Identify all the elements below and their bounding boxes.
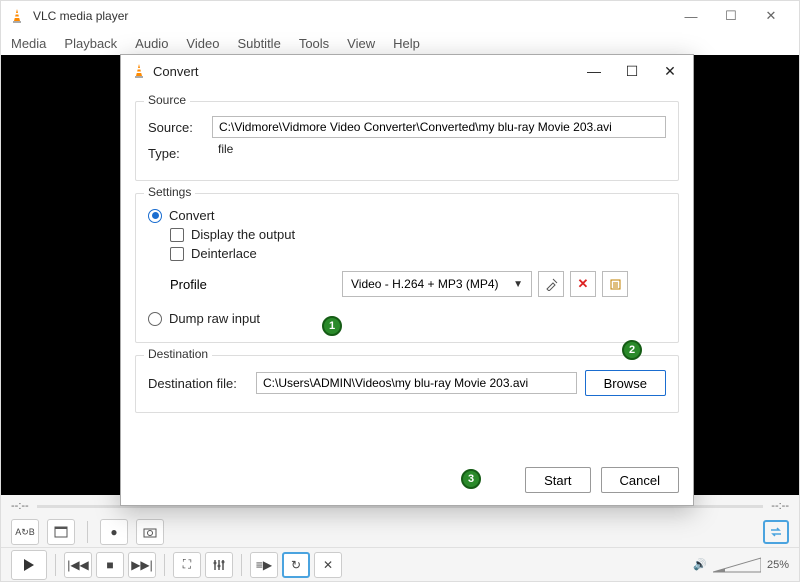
radio-on-icon: [148, 209, 162, 223]
settings-group: Settings Convert Display the output Dein…: [135, 193, 679, 343]
record-button[interactable]: ●: [100, 519, 128, 545]
convert-dialog: Convert — ☐ ✕ Source Source: Type: file …: [120, 54, 694, 506]
volume-percent: 25%: [767, 559, 789, 571]
menu-tools[interactable]: Tools: [299, 36, 329, 51]
menu-media[interactable]: Media: [11, 36, 46, 51]
deinterlace-checkbox[interactable]: Deinterlace: [170, 246, 666, 261]
destination-group: Destination Destination file: Browse 2: [135, 355, 679, 413]
deinterlace-label: Deinterlace: [191, 246, 257, 261]
main-menubar: Media Playback Audio Video Subtitle Tool…: [1, 31, 799, 55]
play-button[interactable]: [11, 550, 47, 580]
main-titlebar: VLC media player — ☐ ✕: [1, 1, 799, 31]
source-group-label: Source: [144, 93, 190, 107]
volume-icon[interactable]: 🔊: [693, 558, 707, 571]
chevron-down-icon: ▼: [513, 279, 523, 290]
type-value: file: [212, 142, 666, 164]
delete-profile-button[interactable]: ✕: [570, 271, 596, 297]
source-label: Source:: [148, 120, 204, 135]
menu-audio[interactable]: Audio: [135, 36, 168, 51]
vlc-cone-icon: [9, 8, 25, 24]
time-elapsed: --:--: [11, 500, 29, 512]
vlc-cone-icon: [131, 63, 147, 79]
browse-button[interactable]: Browse: [585, 370, 666, 396]
dialog-close-button[interactable]: ✕: [651, 57, 689, 85]
loop-indicator[interactable]: [763, 520, 789, 544]
snapshot-button[interactable]: [136, 519, 164, 545]
time-total: --:--: [771, 500, 789, 512]
convert-radio[interactable]: Convert: [148, 208, 666, 223]
annotation-badge-2: 2: [622, 340, 642, 360]
menu-playback[interactable]: Playback: [64, 36, 117, 51]
ab-loop-button[interactable]: A↻B: [11, 519, 39, 545]
menu-help[interactable]: Help: [393, 36, 420, 51]
destination-label: Destination file:: [148, 376, 248, 391]
shuffle-button[interactable]: ✕: [314, 552, 342, 578]
cancel-button[interactable]: Cancel: [601, 467, 679, 493]
next-button[interactable]: ▶▶|: [128, 552, 156, 578]
display-output-label: Display the output: [191, 227, 295, 242]
close-button[interactable]: ✕: [751, 2, 791, 30]
main-title: VLC media player: [33, 9, 671, 23]
frame-step-button[interactable]: [47, 519, 75, 545]
checkbox-icon: [170, 247, 184, 261]
bottom-panel: --:-- --:-- A↻B ● |◀◀ ■ ▶▶| ⛶ ≡▶ ↻ ✕: [1, 495, 799, 581]
new-profile-button[interactable]: [602, 271, 628, 297]
fullscreen-button[interactable]: ⛶: [173, 552, 201, 578]
maximize-button[interactable]: ☐: [711, 2, 751, 30]
toolbar-row-1: A↻B ●: [1, 517, 799, 547]
destination-group-label: Destination: [144, 347, 212, 361]
ext-settings-button[interactable]: [205, 552, 233, 578]
dump-raw-label: Dump raw input: [169, 311, 260, 326]
loop-button[interactable]: ↻: [282, 552, 310, 578]
playlist-button[interactable]: ≡▶: [250, 552, 278, 578]
minimize-button[interactable]: —: [671, 2, 711, 30]
start-button[interactable]: Start: [525, 467, 590, 493]
profile-combobox[interactable]: Video - H.264 + MP3 (MP4) ▼: [342, 271, 532, 297]
dialog-footer: 3 Start Cancel: [121, 467, 693, 505]
annotation-badge-3: 3: [461, 469, 481, 489]
settings-group-label: Settings: [144, 185, 195, 199]
stop-button[interactable]: ■: [96, 552, 124, 578]
toolbar-row-2: |◀◀ ■ ▶▶| ⛶ ≡▶ ↻ ✕ 🔊 25%: [1, 547, 799, 581]
source-input[interactable]: [212, 116, 666, 138]
source-group: Source Source: Type: file: [135, 101, 679, 181]
destination-input[interactable]: [256, 372, 577, 394]
edit-profile-button[interactable]: [538, 271, 564, 297]
profile-value: Video - H.264 + MP3 (MP4): [351, 277, 499, 291]
menu-subtitle[interactable]: Subtitle: [237, 36, 280, 51]
checkbox-icon: [170, 228, 184, 242]
menu-video[interactable]: Video: [186, 36, 219, 51]
convert-radio-label: Convert: [169, 208, 215, 223]
display-output-checkbox[interactable]: Display the output: [170, 227, 666, 242]
dialog-minimize-button[interactable]: —: [575, 57, 613, 85]
type-label: Type:: [148, 146, 204, 161]
radio-off-icon: [148, 312, 162, 326]
volume-slider[interactable]: [713, 556, 761, 574]
menu-view[interactable]: View: [347, 36, 375, 51]
dialog-title: Convert: [153, 64, 575, 79]
annotation-badge-1: 1: [322, 316, 342, 336]
profile-label: Profile: [170, 277, 230, 292]
prev-button[interactable]: |◀◀: [64, 552, 92, 578]
dialog-titlebar[interactable]: Convert — ☐ ✕: [121, 55, 693, 87]
dump-raw-radio[interactable]: Dump raw input: [148, 311, 666, 326]
dialog-maximize-button[interactable]: ☐: [613, 57, 651, 85]
